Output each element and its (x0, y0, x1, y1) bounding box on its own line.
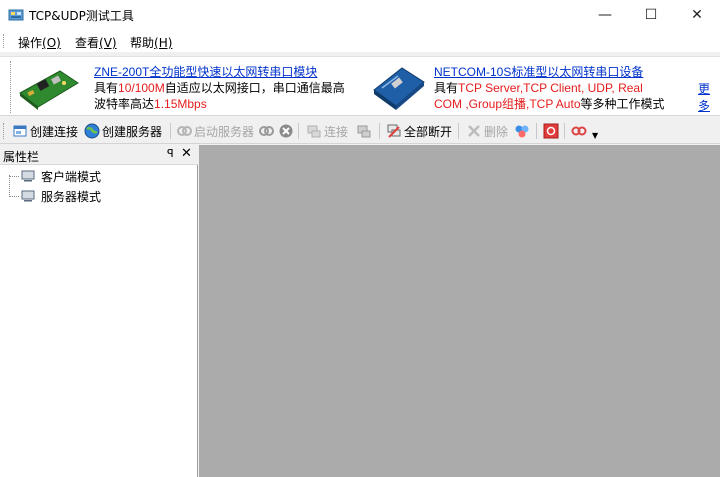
disconnect-icon (357, 125, 371, 138)
stop-button[interactable] (543, 122, 561, 140)
start-server-icon (177, 126, 192, 136)
menu-view-key: (V) (99, 36, 117, 50)
tree-connector (9, 175, 19, 177)
create-connection-label: 创建连接 (30, 124, 79, 139)
app-icon (8, 9, 24, 21)
exit-button[interactable] (571, 122, 589, 140)
delete-label: 删除 (484, 124, 509, 139)
cancel-button[interactable] (278, 122, 296, 140)
toolbar-separator (298, 123, 299, 139)
tree-item-client-label: 客户端模式 (41, 169, 102, 184)
menu-operation[interactable]: 操作(O) (18, 34, 61, 51)
connect-button[interactable]: 连接 (306, 122, 348, 140)
toolbar-separator (379, 123, 380, 139)
product1-line2-red: 10/100M (118, 81, 165, 95)
tree-item-server[interactable]: 服务器模式 (9, 188, 101, 204)
disconnect-all-icon (387, 124, 401, 138)
product2-line2: 具有TCP Server,TCP Client, UDP, Real (434, 80, 665, 96)
settings-button[interactable] (514, 122, 532, 140)
product1-link[interactable]: ZNE-200T全功能型快速以太网转串口模块 (94, 64, 345, 80)
product1-line2: 具有10/100M自适应以太网接口，串口通信最高 (94, 80, 345, 96)
product2-text: NETCOM-10S标准型以太网转串口设备 具有TCP Server,TCP C… (434, 64, 665, 112)
menu-help-key: (H) (154, 36, 173, 50)
product2-line2-red: TCP Server,TCP Client, UDP, Real (458, 81, 643, 95)
globe-icon (84, 123, 100, 139)
pin-icon[interactable]: ꟼ (167, 147, 174, 160)
toolbar: 创建连接 创建服务器 启动服务器 连接 全部断开 删除 ▼ (0, 118, 720, 144)
toolbar-separator (458, 123, 459, 139)
minimize-button[interactable]: — (582, 0, 628, 30)
product1-line2-pre: 具有 (94, 81, 119, 95)
property-panel: 属性栏 ꟼ ✕ 客户端模式 服务器模式 (0, 145, 198, 477)
zne-module-image[interactable] (16, 63, 82, 111)
exit-icon (571, 126, 587, 136)
product2-line3: COM ,Group组播,TCP Auto等多种工作模式 (434, 96, 665, 112)
network-settings-icon (515, 125, 529, 138)
start-server-label: 启动服务器 (194, 124, 255, 139)
close-button[interactable]: ✕ (674, 0, 720, 30)
menu-operation-label: 操作 (18, 36, 43, 50)
menu-operation-key: (O) (42, 36, 61, 50)
connect-icon (307, 125, 321, 138)
connect-label: 连接 (324, 124, 349, 139)
create-server-label: 创建服务器 (102, 124, 163, 139)
toolbar-grip[interactable] (3, 123, 6, 139)
menu-help[interactable]: 帮助(H) (130, 34, 172, 51)
client-node-icon (21, 170, 35, 182)
product1-line3-red: 1.15Mbps (154, 97, 207, 111)
product1-text: ZNE-200T全功能型快速以太网转串口模块 具有10/100M自适应以太网接口… (94, 64, 345, 112)
product2-link[interactable]: NETCOM-10S标准型以太网转串口设备 (434, 64, 665, 80)
start-server-button[interactable]: 启动服务器 (176, 122, 254, 140)
menu-bar: 操作(O) 查看(V) 帮助(H) (0, 30, 720, 52)
toolbar-separator (536, 123, 537, 139)
disconnect-all-button[interactable]: 全部断开 (386, 122, 452, 140)
netcom-device-image[interactable] (368, 60, 428, 112)
tree-item-client[interactable]: 客户端模式 (9, 168, 101, 184)
product1-line3-pre: 波特率高达 (94, 97, 155, 111)
more-link[interactable]: 更多 (698, 80, 720, 114)
maximize-button[interactable]: ☐ (628, 0, 674, 30)
stop-server-button[interactable] (258, 122, 276, 140)
product2-line2-pre: 具有 (434, 81, 459, 95)
panel-header: 属性栏 ꟼ ✕ (0, 145, 198, 165)
stop-icon (543, 123, 559, 139)
title-bar: TCP&UDP测试工具 — ☐ ✕ (0, 0, 720, 30)
tree-item-server-label: 服务器模式 (41, 189, 102, 204)
create-server-button[interactable]: 创建服务器 (84, 122, 162, 140)
toolbar-overflow-icon[interactable]: ▼ (592, 126, 598, 144)
new-connection-icon (13, 125, 27, 137)
banner-grip (10, 61, 11, 113)
server-node-icon (21, 190, 35, 202)
menu-grip[interactable] (3, 34, 6, 48)
tree-connector (9, 195, 19, 197)
menu-view-label: 查看 (75, 36, 100, 50)
product1-line2-post: 自适应以太网接口，串口通信最高 (164, 81, 345, 95)
create-connection-button[interactable]: 创建连接 (12, 122, 78, 140)
toolbar-separator (170, 123, 171, 139)
delete-icon (468, 125, 480, 137)
panel-close-icon[interactable]: ✕ (181, 146, 192, 161)
window-title: TCP&UDP测试工具 (29, 9, 134, 23)
product2-line3-red: COM ,Group组播,TCP Auto (434, 97, 581, 111)
stop-server-icon (259, 126, 274, 136)
delete-button[interactable]: 删除 (466, 122, 508, 140)
product2-line3-post: 等多种工作模式 (580, 97, 665, 111)
toolbar-separator (564, 123, 565, 139)
panel-title: 属性栏 (3, 150, 40, 164)
product1-line3: 波特率高达1.15Mbps (94, 96, 345, 112)
cancel-icon (279, 124, 293, 138)
menu-help-label: 帮助 (130, 36, 155, 50)
disconnect-all-label: 全部断开 (404, 124, 453, 139)
mdi-workspace[interactable] (199, 145, 720, 477)
disconnect-button[interactable] (356, 122, 374, 140)
menu-view[interactable]: 查看(V) (75, 34, 117, 51)
